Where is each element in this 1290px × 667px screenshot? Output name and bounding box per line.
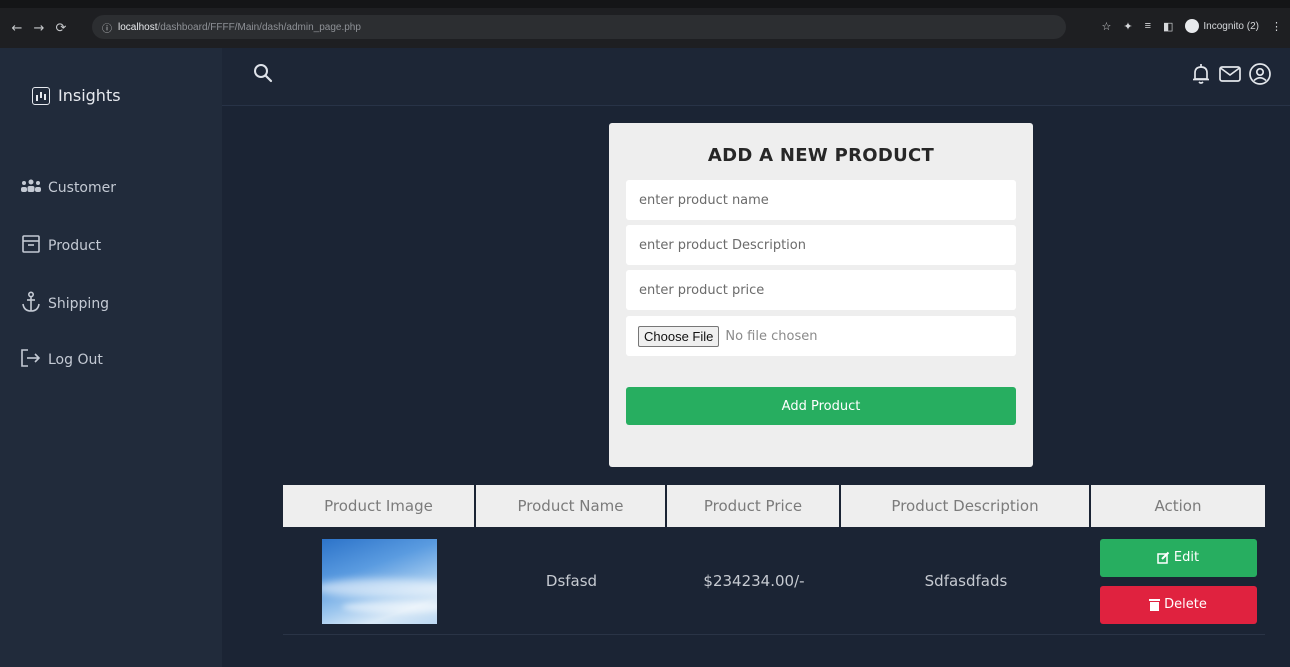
table-header: Product Image Product Name Product Price…: [283, 485, 1265, 527]
file-status: No file chosen: [725, 328, 818, 344]
brand-label: Insights: [58, 86, 121, 105]
anchor-icon: [20, 291, 42, 317]
column-header: Product Price: [667, 485, 841, 527]
product-table: Product Image Product Name Product Price…: [283, 485, 1265, 635]
url-host: localhost: [118, 21, 158, 33]
brand[interactable]: Insights: [32, 86, 121, 105]
edit-label: Edit: [1173, 550, 1200, 565]
site-info-icon[interactable]: ⓘ: [102, 20, 112, 35]
browser-toolbar: ← → ⟳ ⓘ localhost/dashboard/FFFF/Main/da…: [0, 13, 1290, 43]
top-bar-icons: [1190, 62, 1272, 90]
product-name-cell: Dsfasd: [545, 572, 598, 590]
column-header: Product Image: [283, 485, 476, 527]
form-title: ADD A NEW PRODUCT: [707, 145, 935, 166]
top-bar: [222, 48, 1290, 106]
logout-icon: [20, 348, 42, 372]
tab-strip: [0, 0, 1290, 8]
add-product-form: ADD A NEW PRODUCT Choose File No file ch…: [609, 123, 1033, 467]
archive-icon: [20, 234, 42, 258]
incognito-icon: [1185, 19, 1200, 33]
sidebar-item-label: Shipping: [48, 296, 110, 312]
delete-button[interactable]: Delete: [1099, 585, 1257, 624]
edit-button[interactable]: Edit: [1099, 538, 1257, 577]
sidebar-item-label: Product: [48, 238, 102, 254]
product-description-cell: Sdfasdfads: [924, 572, 1008, 590]
table-row: Dsfasd $234234.00/- Sdfasdfads Edit Dele…: [283, 527, 1265, 635]
main-content: ADD A NEW PRODUCT Choose File No file ch…: [222, 106, 1290, 667]
users-icon: [20, 179, 42, 197]
extensions-icon[interactable]: ✦: [1123, 20, 1132, 33]
edit-icon: [1157, 551, 1170, 564]
bar-chart-icon: [32, 86, 50, 105]
sidebar-item-label: Log Out: [48, 352, 103, 368]
address-bar[interactable]: ⓘ localhost/dashboard/FFFF/Main/dash/adm…: [92, 15, 1066, 39]
column-header: Action: [1154, 497, 1202, 515]
product-name-input[interactable]: [626, 180, 1016, 220]
side-panel-icon[interactable]: ◧: [1163, 20, 1173, 33]
reading-list-icon[interactable]: ≡: [1145, 20, 1151, 32]
bookmark-star-icon[interactable]: ☆: [1101, 20, 1111, 33]
search-icon[interactable]: [252, 62, 274, 84]
incognito-label: Incognito (2): [1203, 20, 1259, 32]
forward-icon[interactable]: →: [28, 21, 50, 36]
account-icon[interactable]: [1248, 62, 1272, 90]
product-image: [322, 538, 437, 624]
product-image-file-input: Choose File No file chosen: [626, 316, 1016, 356]
delete-label: Delete: [1164, 597, 1207, 612]
action-cell: Edit Delete: [1091, 527, 1265, 635]
product-price-cell: $234234.00/-: [703, 572, 805, 590]
url-path: /dashboard/FFFF/Main/dash/admin_page.php: [157, 21, 361, 33]
add-product-button[interactable]: Add Product: [626, 387, 1016, 425]
trash-icon: [1149, 599, 1161, 611]
sidebar-item-logout[interactable]: Log Out: [20, 348, 103, 372]
browser-actions: ☆ ✦ ≡ ◧ Incognito (2) ⋮: [1101, 19, 1282, 33]
product-image-cell: [283, 527, 476, 635]
sidebar-item-product[interactable]: Product: [20, 234, 101, 258]
back-icon[interactable]: ←: [6, 21, 28, 36]
browser-chrome: ← → ⟳ ⓘ localhost/dashboard/FFFF/Main/da…: [0, 0, 1290, 48]
incognito-profile[interactable]: Incognito (2): [1185, 19, 1259, 33]
column-header: Product Description: [841, 485, 1091, 527]
sidebar-item-customer[interactable]: Customer: [20, 179, 116, 197]
column-header: Product Name: [476, 485, 667, 527]
choose-file-button[interactable]: Choose File: [638, 325, 720, 347]
product-price-input[interactable]: [626, 270, 1016, 310]
bell-icon[interactable]: [1190, 62, 1212, 90]
reload-icon[interactable]: ⟳: [50, 21, 72, 36]
mail-icon[interactable]: [1218, 62, 1242, 90]
more-menu-icon[interactable]: ⋮: [1271, 20, 1282, 33]
sidebar-item-label: Customer: [48, 180, 117, 196]
sidebar: Insights Customer Product Shipping Log O…: [0, 48, 222, 667]
sidebar-item-shipping[interactable]: Shipping: [20, 291, 109, 317]
product-description-input[interactable]: [626, 225, 1016, 265]
